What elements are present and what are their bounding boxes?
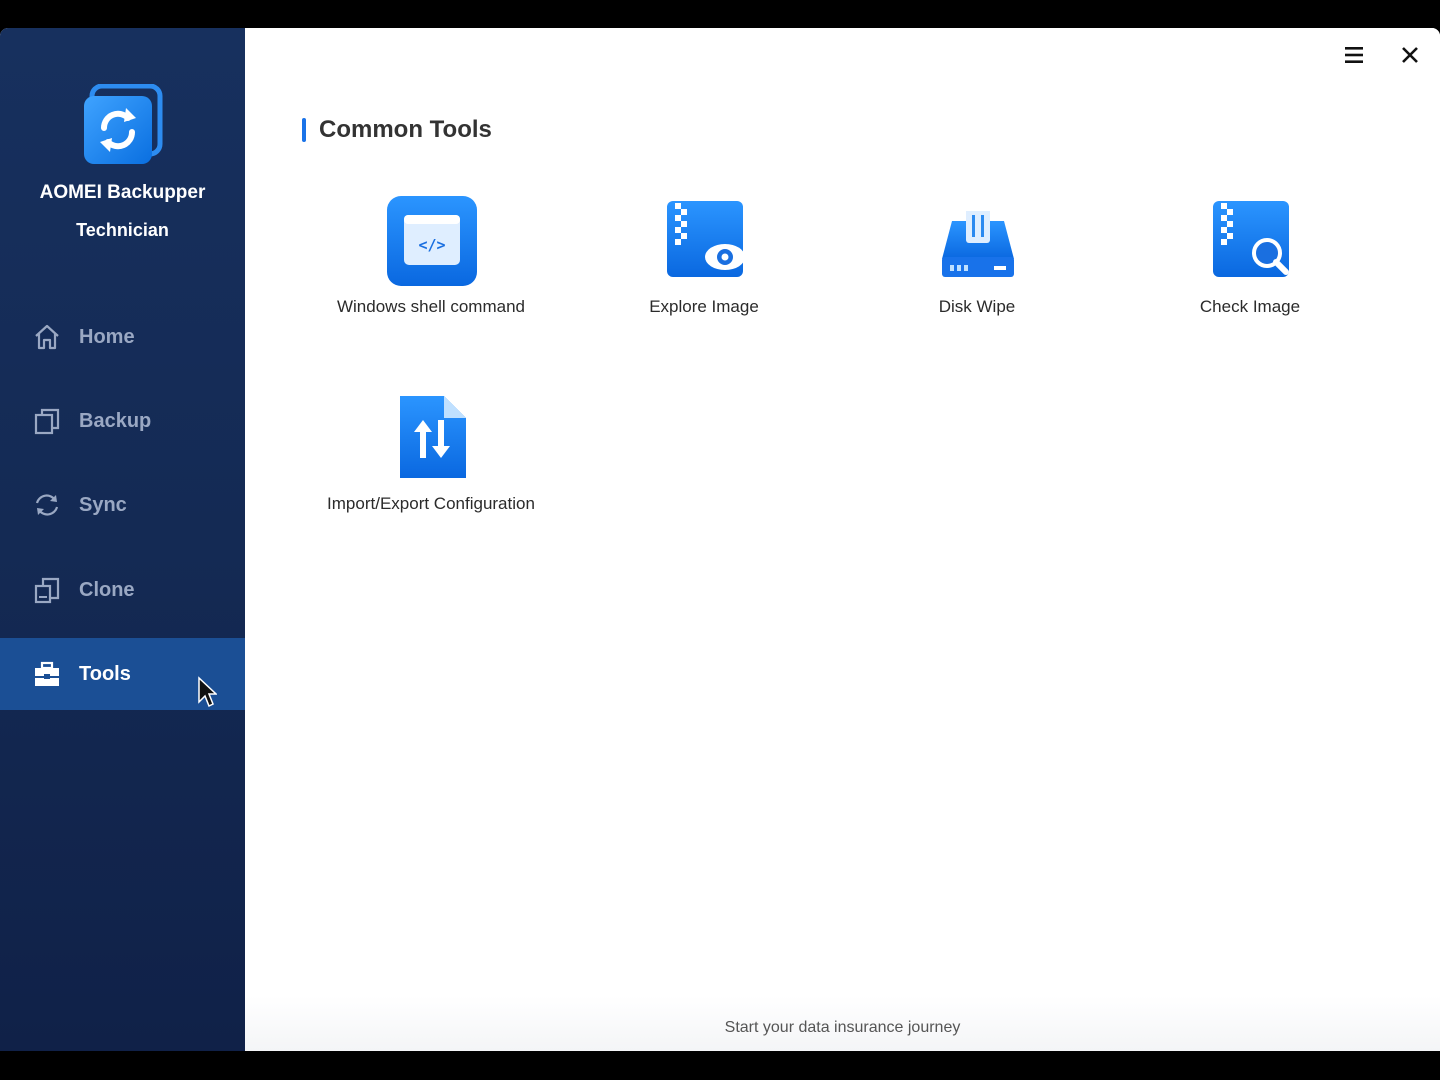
import-export-icon xyxy=(386,392,478,484)
close-icon xyxy=(1401,46,1419,69)
sidebar: AOMEI Backupper Technician Home Backup S… xyxy=(0,28,245,1051)
section-accent-bar xyxy=(302,118,306,142)
home-icon xyxy=(33,323,61,351)
section-header: Common Tools xyxy=(302,116,492,144)
clone-icon xyxy=(33,576,61,604)
hamburger-menu-button[interactable] xyxy=(1339,42,1369,72)
disk-wipe-icon xyxy=(932,195,1024,287)
shell-command-icon: </> xyxy=(386,195,478,287)
sync-icon xyxy=(33,491,61,519)
tool-label: Explore Image xyxy=(649,297,759,316)
tool-disk-wipe[interactable]: Disk Wipe xyxy=(847,195,1107,345)
app-name: AOMEI Backupper xyxy=(39,182,206,203)
close-button[interactable] xyxy=(1395,42,1425,72)
sidebar-item-label: Clone xyxy=(79,578,135,601)
sidebar-item-label: Home xyxy=(79,325,135,348)
sidebar-item-sync[interactable]: Sync xyxy=(0,469,245,541)
mouse-cursor-icon xyxy=(197,676,218,708)
footer: Start your data insurance journey xyxy=(245,996,1440,1051)
tool-windows-shell-command[interactable]: </> Windows shell command xyxy=(301,195,561,345)
tool-import-export-configuration[interactable]: Import/Export Configuration xyxy=(301,392,561,542)
tool-label: Disk Wipe xyxy=(938,297,1016,316)
main-content: Common Tools </> Windows shell command E… xyxy=(245,28,1440,1051)
footer-tagline: Start your data insurance journey xyxy=(724,1018,961,1036)
sidebar-item-home[interactable]: Home xyxy=(0,301,245,373)
app-window: AOMEI Backupper Technician Home Backup S… xyxy=(0,28,1440,1051)
tool-label: Check Image xyxy=(1199,297,1301,316)
sidebar-item-label: Sync xyxy=(79,493,127,516)
tool-label: Import/Export Configuration xyxy=(327,494,535,513)
explore-image-icon xyxy=(659,195,751,287)
section-title: Common Tools xyxy=(319,116,492,143)
check-image-icon xyxy=(1205,195,1297,287)
app-edition: Technician xyxy=(76,220,169,240)
backup-icon xyxy=(33,407,61,435)
tool-check-image[interactable]: Check Image xyxy=(1120,195,1380,345)
hamburger-menu-icon xyxy=(1344,46,1364,69)
sidebar-item-label: Backup xyxy=(79,409,152,432)
tool-explore-image[interactable]: Explore Image xyxy=(574,195,834,345)
app-logo-icon xyxy=(82,83,164,166)
svg-text:</>: </> xyxy=(418,236,445,254)
tool-label: Windows shell command xyxy=(336,297,525,316)
sidebar-item-label: Tools xyxy=(79,662,131,685)
toolbox-icon xyxy=(33,660,61,688)
sidebar-item-backup[interactable]: Backup xyxy=(0,385,245,457)
sidebar-item-clone[interactable]: Clone xyxy=(0,554,245,626)
